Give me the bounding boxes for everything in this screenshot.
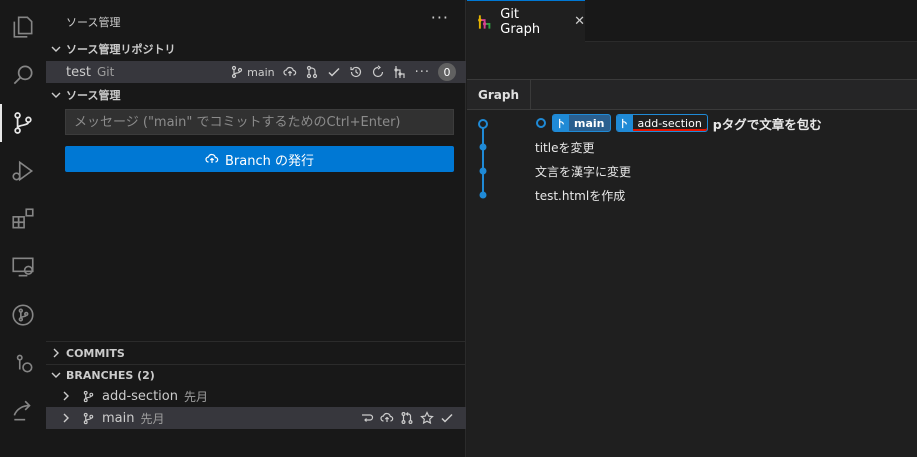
git-graph-view-icon[interactable] <box>393 65 407 79</box>
switch-branch-icon[interactable] <box>360 411 374 425</box>
branch-name: main <box>102 410 135 426</box>
scm-section-title: ソース管理 <box>66 89 121 102</box>
branch-icon <box>232 65 243 79</box>
cloud-upload-icon[interactable] <box>283 65 297 79</box>
git-graph-toolbar <box>467 42 917 80</box>
branch-date: 先月 <box>140 411 165 426</box>
editor-area: Git Graph ✕ Graph main add-section pタグで文… <box>467 0 917 457</box>
tab-git-graph[interactable]: Git Graph ✕ <box>467 0 585 42</box>
commit-row[interactable]: test.htmlを作成 <box>535 183 625 207</box>
repositories-section-header[interactable]: ソース管理リポジトリ <box>46 38 466 60</box>
repositories-section-title: ソース管理リポジトリ <box>66 43 176 56</box>
publish-branch-button[interactable]: Branch の発行 <box>65 146 454 172</box>
commit-graph <box>478 119 488 199</box>
repository-row[interactable]: test Git main ··· 0 <box>46 61 466 83</box>
tab-label: Git Graph <box>500 6 541 37</box>
repository-type: Git <box>96 65 115 79</box>
git-graph-icon[interactable] <box>0 292 46 338</box>
git-compare-icon[interactable] <box>305 65 319 79</box>
branch-icon <box>80 390 96 403</box>
history-icon[interactable] <box>349 65 363 79</box>
commit-message-input[interactable] <box>65 109 454 135</box>
graph-column-header: Graph <box>467 80 531 110</box>
repository-name: test <box>66 64 91 80</box>
sidebar-title: ソース管理 <box>66 16 121 29</box>
more-actions-icon[interactable]: ··· <box>415 65 430 80</box>
activity-bar <box>0 0 46 457</box>
git-graph-table-header: Graph <box>467 80 917 110</box>
run-debug-icon[interactable] <box>0 148 46 194</box>
more-actions-icon[interactable]: ··· <box>431 8 449 27</box>
explorer-icon[interactable] <box>0 4 46 50</box>
star-icon[interactable] <box>420 411 434 425</box>
branches-section-header[interactable]: BRANCHES (2) <box>46 364 466 386</box>
git-graph-icon <box>478 14 491 29</box>
changes-count-badge: 0 <box>438 63 456 81</box>
chevron-right-icon <box>46 347 66 359</box>
commit-node[interactable] <box>479 143 487 151</box>
current-branch-button[interactable]: main <box>230 65 275 79</box>
current-branch-label: main <box>247 65 275 79</box>
refresh-icon[interactable] <box>371 65 385 79</box>
branch-date: 先月 <box>183 389 208 404</box>
cloud-upload-icon <box>205 153 219 163</box>
branches-section-title: BRANCHES (2) <box>66 368 155 382</box>
commit-message: pタグで文章を包む <box>712 116 822 132</box>
cloud-upload-icon[interactable] <box>380 411 394 425</box>
branch-icon <box>80 412 96 425</box>
branch-name: add-section <box>102 388 178 404</box>
commit-message: 文言を漢字に変更 <box>535 164 632 179</box>
commit-message: titleを変更 <box>535 140 595 155</box>
live-share-icon[interactable] <box>0 388 46 434</box>
source-control-sidebar: ソース管理 ··· ソース管理リポジトリ test Git main ··· 0… <box>46 0 466 457</box>
source-control-icon[interactable] <box>0 100 46 146</box>
branch-icon <box>553 115 569 131</box>
chevron-down-icon <box>46 89 66 101</box>
branch-ref-main[interactable]: main <box>552 114 611 132</box>
branch-ref-add-section[interactable]: add-section <box>615 114 708 132</box>
branch-ref-label: add-section <box>637 116 702 130</box>
branch-icon <box>616 115 633 131</box>
commit-node-uncommitted[interactable] <box>478 119 488 129</box>
tab-bar: Git Graph ✕ <box>467 0 917 42</box>
search-icon[interactable] <box>0 52 46 98</box>
branch-item-add-section[interactable]: add-section 先月 <box>46 385 466 407</box>
chevron-right-icon <box>56 412 76 424</box>
publish-branch-label: Branch の発行 <box>225 153 314 169</box>
commit-node[interactable] <box>479 167 487 175</box>
checkmark-icon[interactable] <box>327 65 341 79</box>
commit-row[interactable]: main add-section pタグで文章を包む <box>535 111 822 135</box>
branch-ref-label: main <box>574 116 605 130</box>
branch-item-main[interactable]: main 先月 <box>46 407 466 429</box>
timeline-icon[interactable] <box>0 340 46 386</box>
head-indicator-icon <box>536 118 546 128</box>
commit-row[interactable]: titleを変更 <box>535 135 594 159</box>
commit-row[interactable]: 文言を漢字に変更 <box>535 159 631 183</box>
checkmark-icon[interactable] <box>440 411 454 425</box>
chevron-right-icon <box>56 390 76 402</box>
commits-section-header[interactable]: COMMITS <box>46 342 466 364</box>
commits-section-title: COMMITS <box>66 346 125 360</box>
chevron-down-icon <box>46 43 66 55</box>
commit-node[interactable] <box>479 191 487 199</box>
extensions-icon[interactable] <box>0 196 46 242</box>
chevron-down-icon <box>46 369 66 381</box>
close-icon[interactable]: ✕ <box>574 14 585 29</box>
pull-request-icon[interactable] <box>400 411 414 425</box>
remote-explorer-icon[interactable] <box>0 244 46 290</box>
commit-message: test.htmlを作成 <box>535 188 626 203</box>
scm-section-header[interactable]: ソース管理 <box>46 84 466 106</box>
